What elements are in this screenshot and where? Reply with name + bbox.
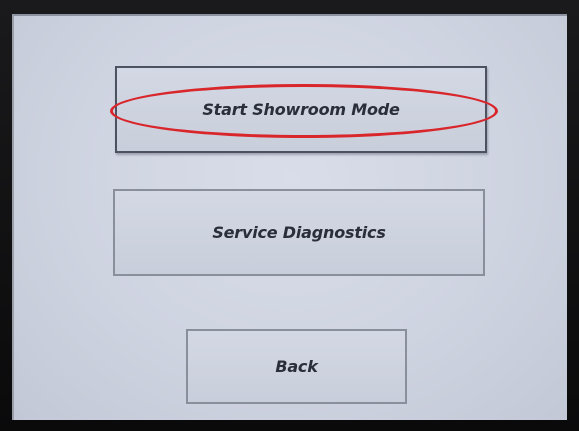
touch-screen: Start Showroom Mode Service Diagnostics … — [12, 14, 567, 420]
service-diagnostics-label: Service Diagnostics — [212, 223, 386, 242]
service-diagnostics-button[interactable]: Service Diagnostics — [113, 189, 485, 276]
start-showroom-mode-button[interactable]: Start Showroom Mode — [115, 66, 487, 153]
start-showroom-mode-label: Start Showroom Mode — [202, 100, 400, 119]
device-bezel: Start Showroom Mode Service Diagnostics … — [0, 0, 579, 431]
back-label: Back — [275, 357, 318, 376]
back-button[interactable]: Back — [186, 329, 407, 404]
